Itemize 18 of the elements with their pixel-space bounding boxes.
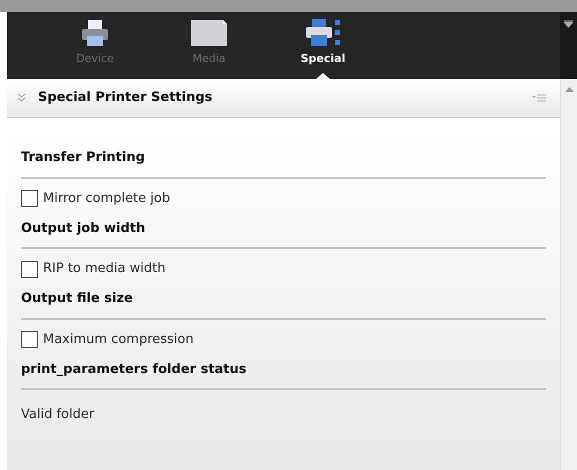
printer-icon: [80, 18, 110, 48]
collapse-icon[interactable]: [17, 93, 26, 103]
section-heading: print_parameters folder status: [21, 360, 546, 390]
section-heading: Output file size: [21, 289, 546, 320]
section-heading: Transfer Printing: [21, 148, 546, 178]
checkbox[interactable]: [21, 190, 38, 207]
checkbox-option[interactable]: RIP to media width: [21, 259, 166, 279]
scrollbar[interactable]: [560, 79, 577, 470]
status-text: Valid folder: [21, 406, 94, 424]
media-sheet-icon: [190, 18, 228, 48]
checkbox[interactable]: [21, 260, 38, 278]
panel-title: Special Printer Settings: [38, 89, 212, 108]
section-heading: Output job width: [21, 218, 546, 249]
checkbox-option[interactable]: Maximum compression: [21, 330, 194, 350]
checkbox[interactable]: [21, 331, 38, 348]
dropdown-icon[interactable]: [564, 20, 573, 28]
printer-settings-icon: [305, 18, 341, 48]
checkbox-option[interactable]: Mirror complete job: [21, 188, 170, 208]
